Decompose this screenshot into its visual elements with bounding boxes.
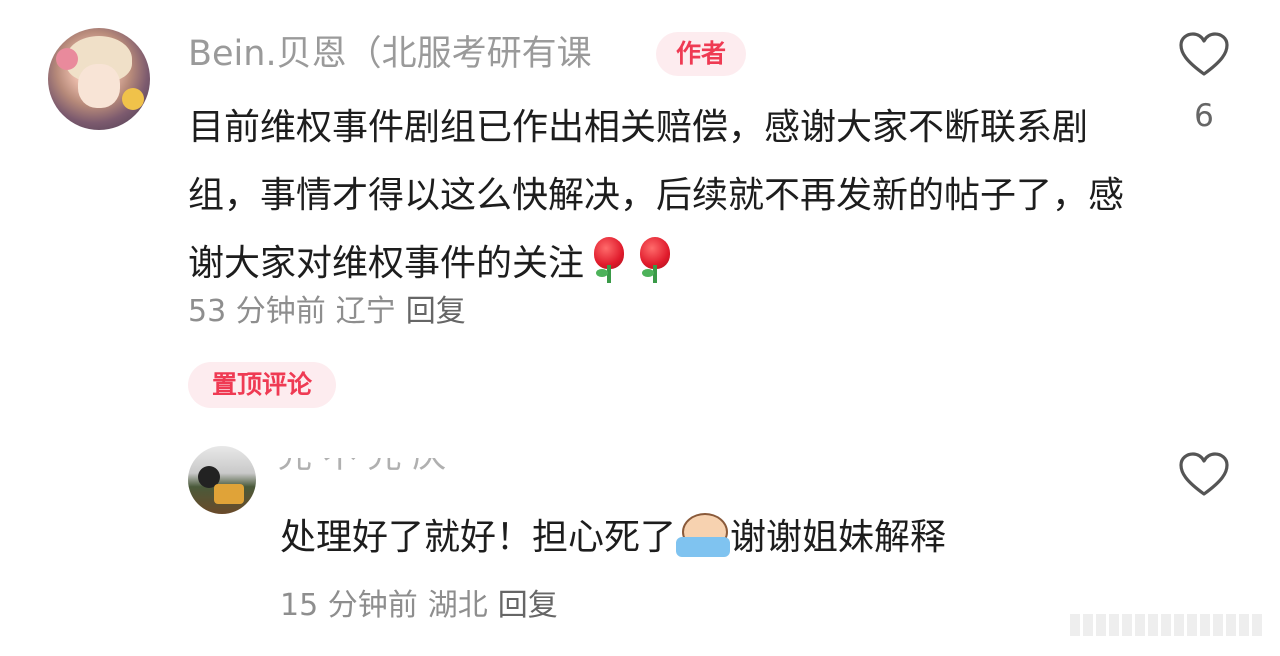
author-badge: 作者 [656,32,746,76]
comment-time: 53 分钟前 [188,294,326,329]
reply-button[interactable]: 回复 [498,588,558,623]
comment-meta: 53 分钟前 辽宁 回复 [188,292,466,332]
username[interactable]: Bein.贝恩（北服考研有课 [188,30,592,78]
comment-meta: 15 分钟前 湖北 回复 [280,586,558,626]
avatar-face [78,64,120,108]
comment-body-end: 谢谢姐妹解释 [730,517,947,558]
avatar-detail [214,484,244,504]
username[interactable]: 光 不 光 庆 [278,458,478,490]
comment-text: 目前维权事件剧组已作出相关赔偿，感谢大家不断联系剧组，事情才得以这么快解决，后续… [188,94,1148,298]
watermark [1070,614,1270,636]
heart-outline-icon[interactable] [1178,452,1230,498]
avatar[interactable] [188,446,256,514]
crying-icon [676,509,731,559]
username-text: 光 不 光 庆 [278,458,446,480]
comment-time: 15 分钟前 [280,588,418,623]
rose-icon [634,235,676,285]
comment-section: Bein.贝恩（北服考研有课 作者 目前维权事件剧组已作出相关赔偿，感谢大家不断… [0,0,1280,656]
like-count: 6 [1194,98,1214,134]
pinned-badge: 置顶评论 [188,362,336,408]
rose-icon [588,235,630,285]
reply-button[interactable]: 回复 [406,294,466,329]
avatar-flower [56,48,78,70]
comment-location: 湖北 [427,588,488,623]
comment-location: 辽宁 [335,294,396,329]
heart-outline-icon[interactable] [1178,32,1230,78]
avatar-flower [122,88,144,110]
avatar[interactable] [48,28,150,130]
comment-text: 处理好了就好！担心死了 谢谢姐妹解释 [280,508,946,568]
comment-body: 处理好了就好！担心死了 [280,517,677,558]
